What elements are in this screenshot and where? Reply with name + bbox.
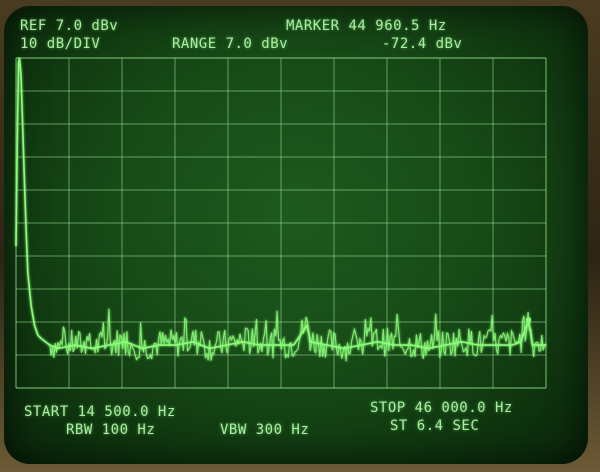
spectrum-plot	[15, 57, 547, 389]
vbw-label: VBW 300 Hz	[220, 422, 310, 438]
start-frequency-label: START 14 500.0 Hz	[24, 404, 176, 420]
sweep-time-label: ST 6.4 SEC	[390, 418, 480, 434]
analyzer-screen: REF 7.0 dBv MARKER 44 960.5 Hz 10 dB/DIV…	[4, 6, 588, 464]
marker-point	[525, 317, 532, 323]
noise-floor-trace	[49, 308, 547, 362]
stop-frequency-label: STOP 46 000.0 Hz	[370, 400, 513, 416]
rbw-label: RBW 100 Hz	[66, 422, 156, 438]
